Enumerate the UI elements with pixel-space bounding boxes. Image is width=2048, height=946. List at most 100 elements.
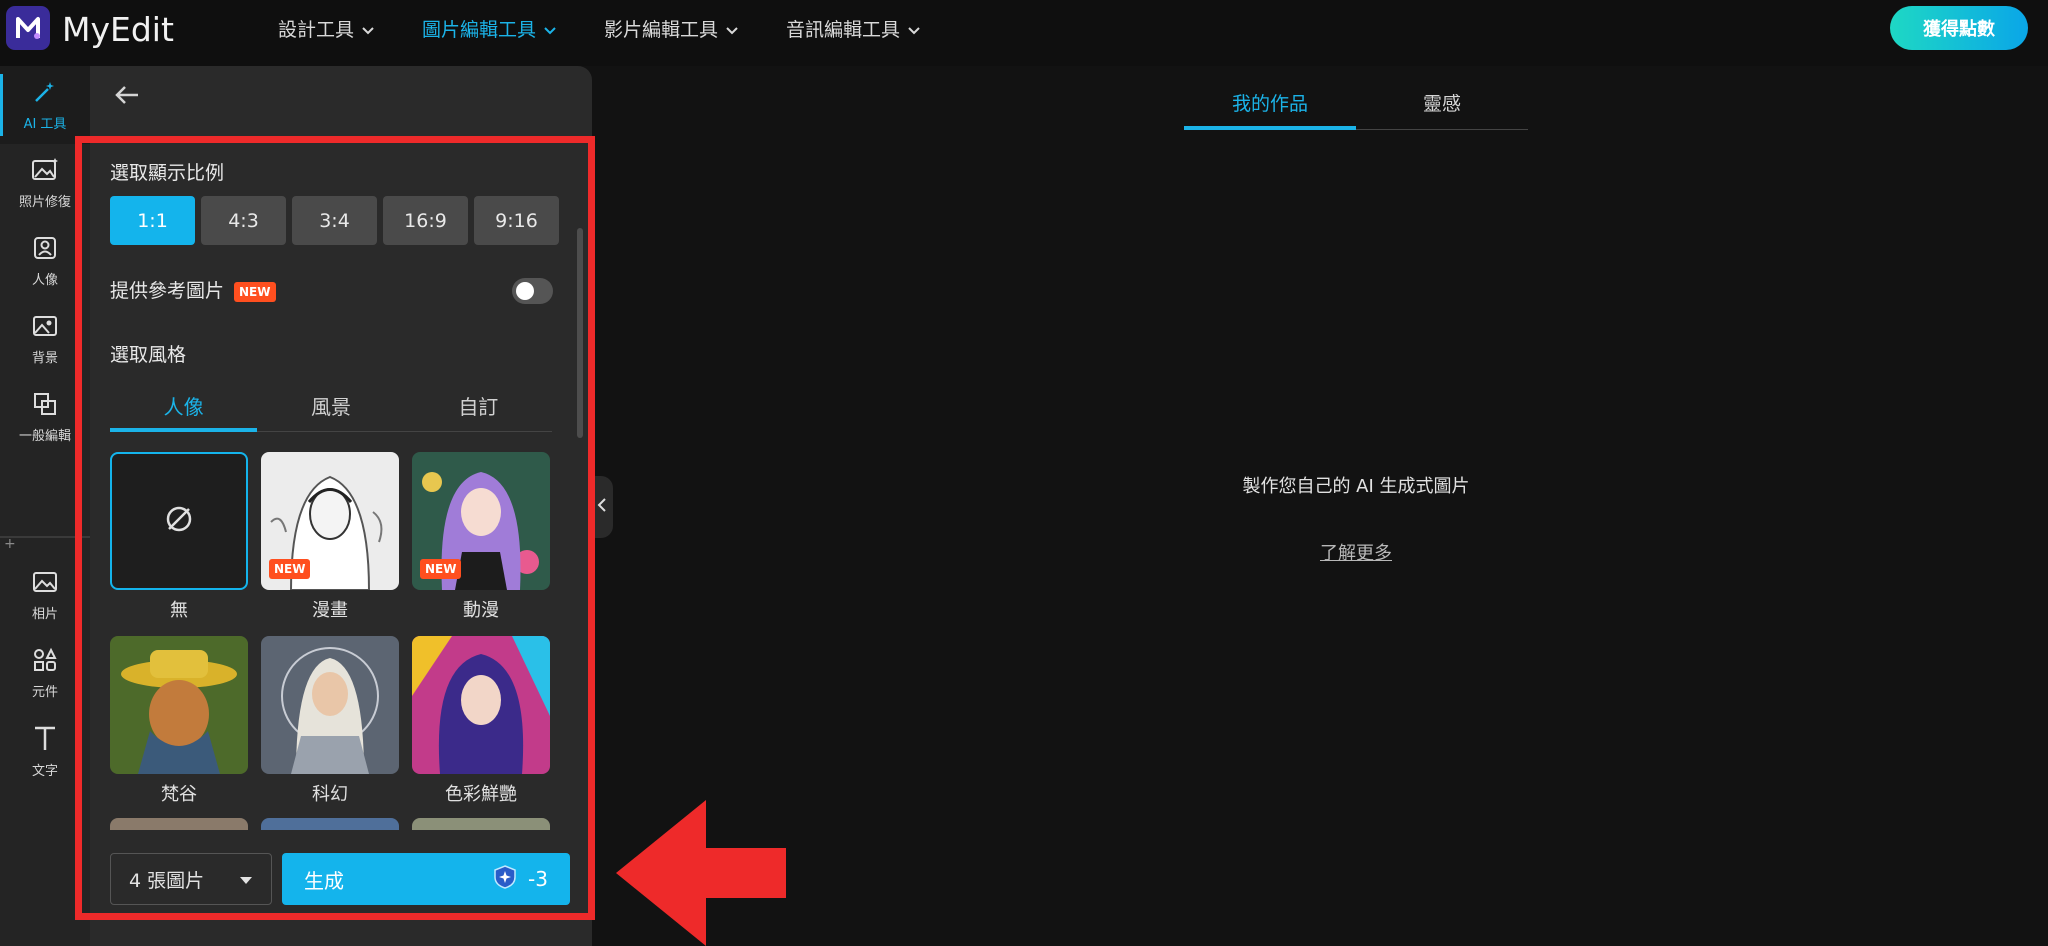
style-option-partial[interactable] — [110, 818, 248, 830]
get-points-button[interactable]: 獲得點數 — [1890, 6, 2028, 50]
style-thumb — [261, 818, 399, 830]
style-section-title: 選取風格 — [110, 340, 186, 367]
style-thumb-comic: NEW — [261, 452, 399, 590]
background-icon — [32, 313, 58, 343]
style-option-van-gogh[interactable]: 梵谷 — [110, 636, 248, 806]
tab-landscape[interactable]: 風景 — [257, 380, 404, 431]
generate-label: 生成 — [304, 865, 344, 894]
chevron-down-icon — [362, 18, 374, 40]
rail-item-photo-enhance[interactable]: 照片修復 — [0, 144, 90, 222]
rail-label: 照片修復 — [19, 191, 71, 210]
image-icon — [32, 569, 58, 599]
rail-label: AI 工具 — [24, 113, 67, 132]
back-arrow-icon[interactable] — [114, 80, 140, 113]
chevron-down-icon — [726, 18, 738, 40]
reference-image-toggle[interactable] — [512, 278, 553, 304]
reference-image-row: 提供參考圖片 NEW — [110, 276, 276, 303]
image-count-select[interactable]: 4 張圖片 — [110, 853, 272, 905]
generate-button[interactable]: 生成 -3 — [282, 853, 570, 905]
crop-icon — [32, 391, 58, 421]
nav-design-tools[interactable]: 設計工具 — [278, 15, 374, 42]
rail-label: 背景 — [32, 347, 58, 366]
rail-label: 一般編輯 — [19, 425, 71, 444]
text-icon — [32, 724, 58, 756]
tab-inspiration[interactable]: 靈感 — [1356, 76, 1528, 129]
rail-item-background[interactable]: 背景 — [0, 300, 90, 378]
learn-more-link[interactable]: 了解更多 — [1184, 539, 1528, 565]
style-option-partial[interactable] — [412, 818, 550, 830]
style-name: 科幻 — [261, 780, 399, 806]
tab-custom[interactable]: 自訂 — [405, 380, 552, 431]
rail-label: 人像 — [32, 269, 58, 288]
rail-label: 相片 — [32, 603, 58, 622]
style-name: 梵谷 — [110, 780, 248, 806]
caret-down-icon — [239, 868, 253, 890]
style-name: 動漫 — [412, 596, 550, 622]
style-grid: 無 NEW 漫畫 NEW 動漫 梵谷 科幻 色彩鮮艷 — [110, 452, 550, 830]
ratio-option-4-3[interactable]: 4:3 — [201, 196, 286, 245]
style-tabs: 人像 風景 自訂 — [110, 380, 552, 432]
style-option-sci-fi[interactable]: 科幻 — [261, 636, 399, 806]
credit-icon — [492, 864, 518, 895]
credit-cost-value: -3 — [528, 867, 548, 891]
myedit-logo-icon[interactable] — [6, 6, 50, 50]
style-thumb — [110, 818, 248, 830]
tab-portrait[interactable]: 人像 — [110, 380, 257, 431]
collapse-panel-button[interactable] — [591, 476, 613, 538]
nav-audio-tools[interactable]: 音訊編輯工具 — [786, 15, 920, 42]
toggle-knob — [516, 282, 534, 300]
rail-item-elements[interactable]: 元件 — [0, 634, 90, 712]
plus-icon[interactable]: + — [4, 536, 16, 552]
photo-enhance-icon — [31, 157, 59, 187]
nav-label: 影片編輯工具 — [604, 15, 718, 42]
gallery-tabs: 我的作品 靈感 — [1184, 76, 1528, 130]
rail-item-photos[interactable]: 相片 — [0, 556, 90, 634]
style-option-none[interactable]: 無 — [110, 452, 248, 622]
rail-label: 文字 — [32, 760, 58, 779]
left-rail: AI 工具 照片修復 人像 背景 一般編輯 + 相片 元件 文字 — [0, 66, 90, 946]
style-option-anime[interactable]: NEW 動漫 — [412, 452, 550, 622]
style-name: 色彩鮮艷 — [412, 780, 550, 806]
nav-label: 設計工具 — [278, 15, 354, 42]
brand-name[interactable]: MyEdit — [62, 10, 174, 49]
top-bar: MyEdit 設計工具 圖片編輯工具 影片編輯工具 音訊編輯工具 獲得點數 — [0, 0, 2048, 66]
style-thumb — [110, 452, 248, 590]
ratio-option-1-1[interactable]: 1:1 — [110, 196, 195, 245]
style-thumb — [412, 818, 550, 830]
style-option-partial[interactable] — [261, 818, 399, 830]
nav-label: 圖片編輯工具 — [422, 15, 536, 42]
shapes-icon — [32, 647, 58, 677]
image-count-value: 4 張圖片 — [129, 866, 204, 893]
new-badge: NEW — [269, 559, 310, 579]
ratio-option-9-16[interactable]: 9:16 — [474, 196, 559, 245]
style-name: 無 — [110, 596, 248, 622]
rail-item-ai-tools[interactable]: AI 工具 — [0, 66, 90, 144]
panel-scrollbar[interactable] — [577, 228, 583, 438]
style-option-vivid[interactable]: 色彩鮮艷 — [412, 636, 550, 806]
magic-wand-icon — [32, 79, 58, 109]
rail-label: 元件 — [32, 681, 58, 700]
reference-image-label: 提供參考圖片 — [110, 280, 224, 302]
style-thumb-sci-fi — [261, 636, 399, 774]
ratio-option-3-4[interactable]: 3:4 — [292, 196, 377, 245]
nav-label: 音訊編輯工具 — [786, 15, 900, 42]
ratio-section-title: 選取顯示比例 — [110, 158, 224, 185]
style-option-comic[interactable]: NEW 漫畫 — [261, 452, 399, 622]
red-arrow-icon — [616, 800, 786, 946]
style-thumb-van-gogh — [110, 636, 248, 774]
chevron-down-icon — [908, 18, 920, 40]
tab-my-works[interactable]: 我的作品 — [1184, 76, 1356, 129]
rail-item-text[interactable]: 文字 — [0, 712, 90, 790]
rail-item-portrait[interactable]: 人像 — [0, 222, 90, 300]
nav-image-tools[interactable]: 圖片編輯工具 — [422, 15, 556, 42]
new-badge: NEW — [234, 282, 275, 302]
credit-cost: -3 — [492, 864, 548, 895]
empty-state-message: 製作您自己的 AI 生成式圖片 — [1184, 472, 1528, 498]
ratio-option-16-9[interactable]: 16:9 — [383, 196, 468, 245]
style-thumb-vivid — [412, 636, 550, 774]
no-style-icon — [161, 501, 197, 541]
style-name: 漫畫 — [261, 596, 399, 622]
chevron-left-icon — [597, 497, 607, 518]
rail-item-general-edit[interactable]: 一般編輯 — [0, 378, 90, 456]
nav-video-tools[interactable]: 影片編輯工具 — [604, 15, 738, 42]
